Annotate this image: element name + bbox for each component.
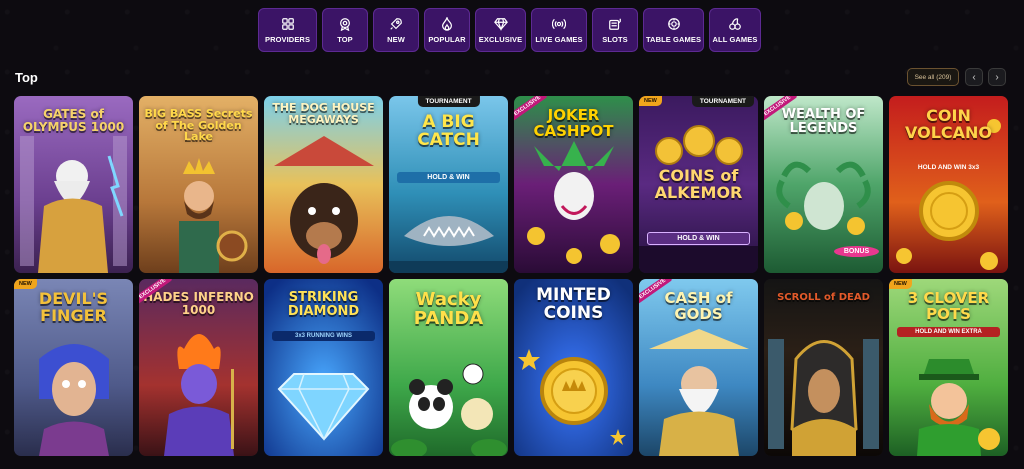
category-live-games-button[interactable]: LIVE GAMES bbox=[531, 8, 587, 52]
category-label: PROVIDERS bbox=[264, 34, 311, 44]
category-label: POPULAR bbox=[428, 34, 466, 44]
game-title: COINS of ALKEMOR bbox=[654, 166, 743, 202]
game-tile-minted-coins[interactable]: MINTED COINS bbox=[514, 279, 633, 456]
game-subtitle: HOLD AND WIN 3x3 bbox=[917, 164, 980, 171]
category-label: SLOTS bbox=[602, 34, 628, 44]
diamond-icon bbox=[493, 17, 508, 31]
category-new-button[interactable]: NEW bbox=[373, 8, 419, 52]
chevron-right-icon: › bbox=[995, 71, 999, 83]
game-subtitle: HOLD & WIN bbox=[397, 172, 500, 183]
tournament-badge: TOURNAMENT bbox=[691, 96, 754, 107]
game-subtitle: BONUS bbox=[834, 246, 879, 257]
game-tile-big-bass-golden-lake[interactable]: BIG BASS Secrets of The Golden Lake bbox=[139, 96, 258, 273]
game-tile-hades-inferno-1000[interactable]: EXCLUSIVE HADES INFERNO 1000 bbox=[139, 279, 258, 456]
game-title: JOKER CASHPOT bbox=[533, 106, 614, 140]
category-providers-button[interactable]: PROVIDERS bbox=[258, 8, 317, 52]
game-tile-wacky-panda[interactable]: Wacky PANDA bbox=[389, 279, 508, 456]
rocket-icon bbox=[390, 17, 402, 30]
slot-machine-icon bbox=[609, 18, 621, 30]
game-title: STRIKING DIAMOND bbox=[287, 290, 360, 319]
category-label: LIVE GAMES bbox=[535, 34, 583, 44]
game-subtitle: 3x3 RUNNING WINS bbox=[272, 331, 375, 341]
new-badge: NEW bbox=[889, 279, 912, 289]
game-title: GATES of OLYMPUS 1000 bbox=[22, 107, 125, 134]
category-popular-button[interactable]: POPULAR bbox=[424, 8, 470, 52]
see-all-button[interactable]: See all (209) bbox=[907, 68, 959, 86]
game-title: DEVIL'S FINGER bbox=[38, 289, 109, 325]
flame-icon bbox=[442, 16, 452, 31]
grid-icon bbox=[281, 17, 294, 30]
section-title: Top bbox=[15, 70, 38, 85]
broadcast-icon bbox=[552, 18, 566, 29]
category-label: TOP bbox=[337, 34, 353, 44]
game-tile-dog-house-megaways[interactable]: THE DOG HOUSE MEGAWAYS bbox=[264, 96, 383, 273]
category-exclusive-button[interactable]: EXCLUSIVE bbox=[475, 8, 526, 52]
game-grid: GATES of OLYMPUS 1000 BIG BASS Secrets o… bbox=[14, 96, 1008, 456]
game-title: THE DOG HOUSE MEGAWAYS bbox=[272, 101, 375, 126]
next-arrow-button[interactable]: › bbox=[988, 68, 1006, 86]
game-title: MINTED COINS bbox=[536, 285, 611, 323]
game-subtitle: HOLD & WIN bbox=[647, 232, 750, 245]
medal-icon bbox=[340, 17, 350, 31]
game-tile-devils-finger[interactable]: NEW DEVIL'S FINGER bbox=[14, 279, 133, 456]
game-tile-joker-cashpot[interactable]: EXCLUSIVE JOKER CASHPOT bbox=[514, 96, 633, 273]
game-tile-cash-of-gods[interactable]: EXCLUSIVE CASH of GODS bbox=[639, 279, 758, 456]
game-tile-coins-of-alkemor[interactable]: NEW TOURNAMENT COINS of ALKEMOR HOLD & W… bbox=[639, 96, 758, 273]
game-title: Wacky PANDA bbox=[413, 289, 484, 329]
game-tile-striking-diamond[interactable]: STRIKING DIAMOND 3x3 RUNNING WINS bbox=[264, 279, 383, 456]
game-tile-wealth-of-legends[interactable]: EXCLUSIVE WEALTH OF LEGENDS BONUS bbox=[764, 96, 883, 273]
game-title: BIG BASS Secrets of The Golden Lake bbox=[144, 107, 253, 144]
category-label: EXCLUSIVE bbox=[478, 34, 523, 44]
category-all-games-button[interactable]: ALL GAMES bbox=[709, 8, 761, 52]
category-slots-button[interactable]: SLOTS bbox=[592, 8, 638, 52]
previous-arrow-button[interactable]: ‹ bbox=[965, 68, 983, 86]
game-title: WEALTH OF LEGENDS bbox=[781, 107, 866, 136]
game-tile-coin-volcano[interactable]: COIN VOLCANO HOLD AND WIN 3x3 bbox=[889, 96, 1008, 273]
chip-icon bbox=[667, 17, 680, 30]
game-tile-scroll-of-dead[interactable]: SCROLL of DEAD bbox=[764, 279, 883, 456]
category-top-button[interactable]: TOP bbox=[322, 8, 368, 52]
game-title: A BIG CATCH bbox=[417, 112, 480, 150]
game-title: 3 CLOVER POTS bbox=[907, 289, 990, 323]
game-tile-a-big-catch[interactable]: TOURNAMENT A BIG CATCH HOLD & WIN bbox=[389, 96, 508, 273]
tournament-badge: TOURNAMENT bbox=[417, 96, 480, 107]
chevron-left-icon: ‹ bbox=[972, 71, 976, 83]
category-label: TABLE GAMES bbox=[645, 34, 702, 44]
game-artwork bbox=[764, 279, 883, 456]
new-badge: NEW bbox=[639, 96, 662, 106]
game-tile-gates-of-olympus[interactable]: GATES of OLYMPUS 1000 bbox=[14, 96, 133, 273]
game-title: CASH of GODS bbox=[664, 289, 733, 323]
game-title: COIN VOLCANO bbox=[904, 106, 992, 142]
game-title: SCROLL of DEAD bbox=[777, 292, 870, 303]
category-label: NEW bbox=[387, 34, 405, 44]
cherries-icon bbox=[729, 17, 741, 30]
game-title: HADES INFERNO 1000 bbox=[143, 290, 254, 317]
category-table-games-button[interactable]: TABLE GAMES bbox=[643, 8, 704, 52]
new-badge: NEW bbox=[14, 279, 37, 289]
category-label: ALL GAMES bbox=[712, 34, 758, 44]
category-nav: PROVIDERS TOP NEW POPULAR EXCLUSIVE LIVE… bbox=[258, 8, 761, 52]
game-tile-3-clover-pots[interactable]: NEW 3 CLOVER POTS HOLD AND WIN EXTRA bbox=[889, 279, 1008, 456]
game-subtitle: HOLD AND WIN EXTRA bbox=[897, 327, 1000, 337]
